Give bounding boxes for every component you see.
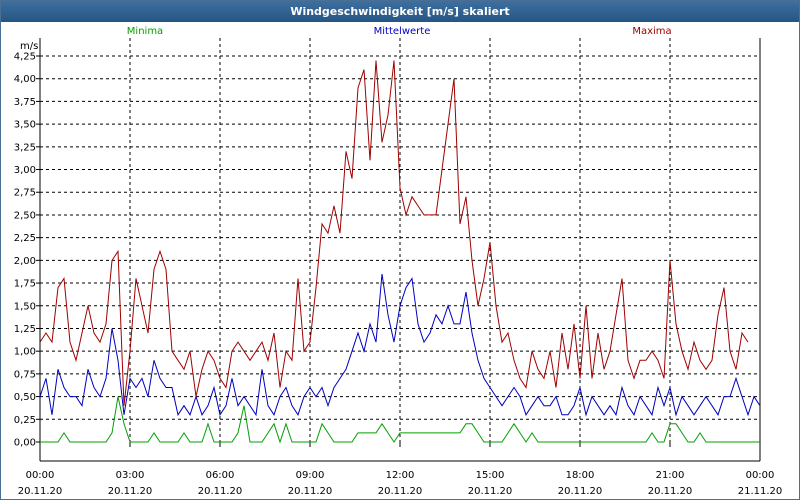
- y-tick-label: 1,75: [14, 279, 36, 290]
- y-tick-label: 3,50: [14, 120, 36, 131]
- x-tick-date: 21.11.20: [738, 486, 783, 497]
- x-tick-labels: 00:00 20.11.20 03:00 20.11.20 06:00 20.11.20 0…: [18, 470, 783, 497]
- x-tick-time: 00:00: [746, 470, 775, 481]
- y-tick-label: 2,75: [14, 188, 36, 199]
- y-tick-label: 3,00: [14, 165, 36, 176]
- x-tick-time: 12:00: [386, 470, 415, 481]
- x-tick-date: 20.11.20: [468, 486, 513, 497]
- x-tick-time: 06:00: [206, 470, 235, 481]
- x-tick-time: 00:00: [26, 470, 55, 481]
- y-tick-label: 2,50: [14, 210, 36, 221]
- x-tick-date: 20.11.20: [108, 486, 153, 497]
- y-tick-label: 0,50: [14, 392, 36, 403]
- x-tick-date: 20.11.20: [18, 486, 63, 497]
- y-tick-label: 2,25: [14, 233, 36, 244]
- y-tick-label: 0,25: [14, 415, 36, 426]
- x-tick-date: 20.11.20: [288, 486, 333, 497]
- y-tick-label: 4,25: [14, 52, 36, 63]
- y-tick-label: 2,00: [14, 256, 36, 267]
- x-tick-time: 21:00: [656, 470, 685, 481]
- y-tick-label: 3,75: [14, 97, 36, 108]
- x-tick-date: 20.11.20: [648, 486, 693, 497]
- x-tick-time: 03:00: [116, 470, 145, 481]
- x-tick-date: 20.11.20: [558, 486, 603, 497]
- y-tick-labels: 0,00 0,25 0,50 0,75 1,00 1,25 1,50 1,75 2,00 2,25…: [14, 52, 36, 449]
- x-tick-time: 09:00: [296, 470, 325, 481]
- y-tick-label: 4,00: [14, 74, 36, 85]
- x-tick-time: 18:00: [566, 470, 595, 481]
- y-tick-label: 1,00: [14, 347, 36, 358]
- x-tick-date: 20.11.20: [198, 486, 243, 497]
- y-tick-label: 0,00: [14, 438, 36, 449]
- y-tick-label: 1,25: [14, 324, 36, 335]
- x-tick-time: 15:00: [476, 470, 505, 481]
- series-line-maxima: [39, 60, 749, 406]
- x-tick-date: 20.11.20: [378, 486, 423, 497]
- grid-lines: [40, 38, 760, 442]
- y-tick-label: 3,25: [14, 142, 36, 153]
- chart-plot: 0,00 0,25 0,50 0,75 1,00 1,25 1,50 1,75 2,00 2,25…: [14, 38, 783, 497]
- y-tick-label: 0,75: [14, 369, 36, 380]
- y-tick-label: 1,50: [14, 301, 36, 312]
